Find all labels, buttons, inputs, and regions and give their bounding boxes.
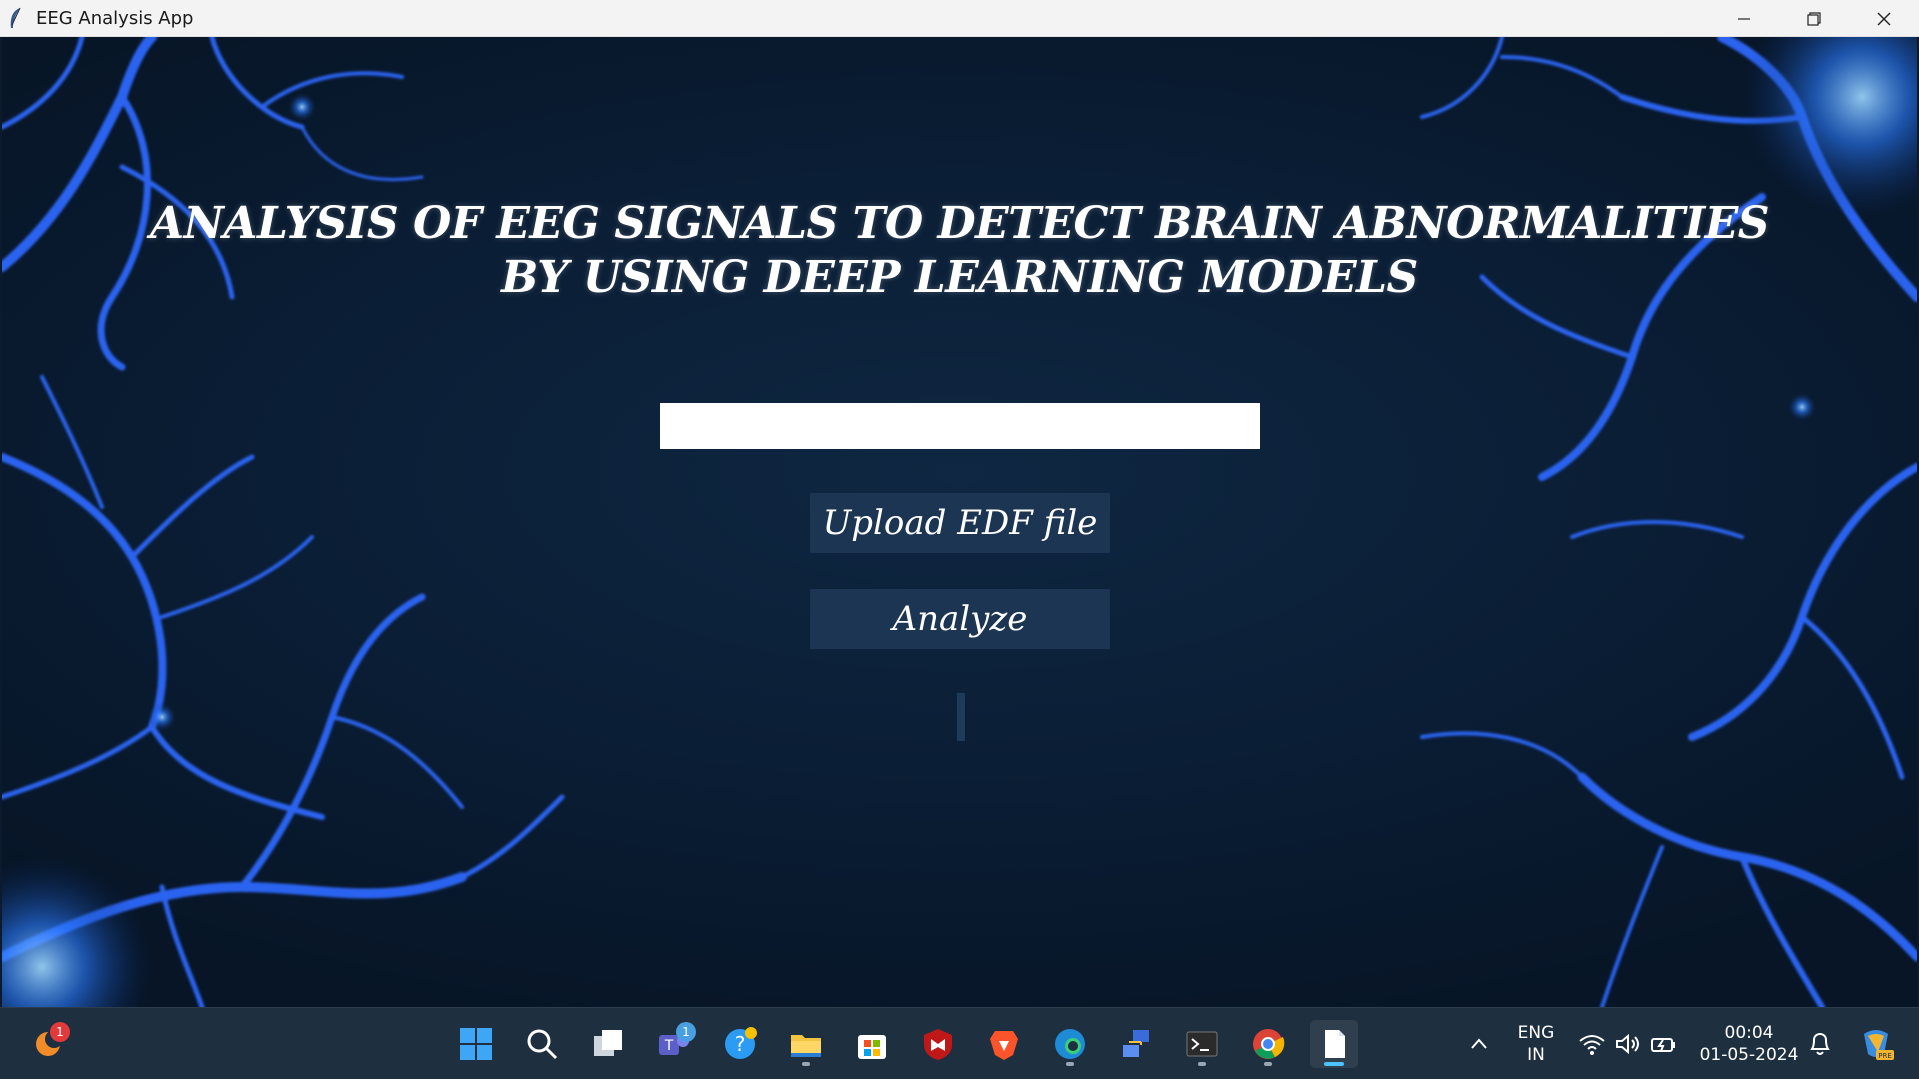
close-button[interactable] [1849,0,1919,37]
window-titlebar: EEG Analysis App [0,0,1919,37]
upload-edf-button[interactable]: Upload EDF file [810,493,1110,553]
teams-button[interactable]: T 1 [650,1020,698,1068]
analyze-button[interactable]: Analyze [810,589,1110,649]
wifi-icon [1579,1035,1605,1055]
svg-text:T: T [664,1038,674,1054]
brave-icon [990,1031,1018,1060]
minimize-button[interactable] [1709,0,1779,37]
headline-line-2: BY USING DEEP LEARNING MODELS [501,252,1418,303]
network-app-icon [1123,1030,1149,1057]
copilot-icon: PRE [1864,1030,1894,1060]
clock-time: 00:04 [1724,1023,1774,1043]
notepad-icon [1325,1030,1345,1058]
teams-badge: 1 [676,1022,696,1042]
search-icon [527,1029,558,1060]
volume-icon [1616,1033,1639,1055]
help-button[interactable]: ? [716,1020,764,1068]
clock-date: 01-05-2024 [1699,1045,1799,1065]
mcafee-icon [924,1029,952,1060]
file-explorer-icon [791,1035,821,1057]
headline-line-1: ANALYSIS OF EEG SIGNALS TO DETECT BRAIN … [149,198,1770,249]
task-view-button[interactable] [584,1020,632,1068]
window-title: EEG Analysis App [36,7,194,29]
restore-icon [1807,11,1821,26]
start-icon [460,1028,492,1060]
terminal-button[interactable] [1178,1020,1226,1068]
chevron-up-icon [1471,1038,1487,1049]
quick-settings-button[interactable] [1572,1020,1684,1068]
chrome-icon [1253,1029,1285,1059]
file-path-input[interactable] [660,403,1260,449]
feather-icon [8,7,26,29]
notepad-button[interactable] [1310,1020,1358,1068]
weather-badge: 1 [50,1022,70,1042]
clock[interactable]: 00:04 01-05-2024 [1694,1022,1804,1066]
notifications-button[interactable] [1796,1020,1844,1068]
show-hidden-icons-button[interactable] [1455,1020,1503,1068]
close-icon [1877,12,1891,25]
brave-button[interactable] [980,1020,1028,1068]
svg-text:PRE: PRE [1878,1052,1892,1060]
result-label [957,693,965,741]
start-button[interactable] [452,1020,500,1068]
svg-text:?: ? [735,1032,746,1056]
help-icon: ? [725,1027,757,1059]
mcafee-button[interactable] [914,1020,962,1068]
network-app-button[interactable] [1112,1020,1160,1068]
edge-icon [1055,1029,1085,1059]
app-canvas: ANALYSIS OF EEG SIGNALS TO DETECT BRAIN … [2,37,1917,1007]
store-icon [858,1035,886,1059]
taskbar: 1 T 1 ? ENG IN 00:04 01-05-2024 PRE [0,1007,1919,1079]
file-explorer-button[interactable] [782,1020,830,1068]
battery-icon [1651,1038,1675,1052]
terminal-icon [1186,1031,1218,1057]
language-code: ENG [1517,1023,1555,1043]
edge-button[interactable] [1046,1020,1094,1068]
weather-widget[interactable]: 1 [24,1020,72,1068]
language-indicator[interactable]: ENG IN [1512,1022,1560,1066]
bell-icon [1810,1032,1830,1055]
store-button[interactable] [848,1020,896,1068]
chrome-button[interactable] [1244,1020,1292,1068]
restore-button[interactable] [1779,0,1849,37]
search-button[interactable] [518,1020,566,1068]
copilot-button[interactable]: PRE [1852,1020,1900,1068]
app-headline: ANALYSIS OF EEG SIGNALS TO DETECT BRAIN … [2,197,1917,305]
region-code: IN [1527,1045,1545,1065]
task-view-icon [594,1030,622,1056]
minimize-icon [1738,17,1750,20]
